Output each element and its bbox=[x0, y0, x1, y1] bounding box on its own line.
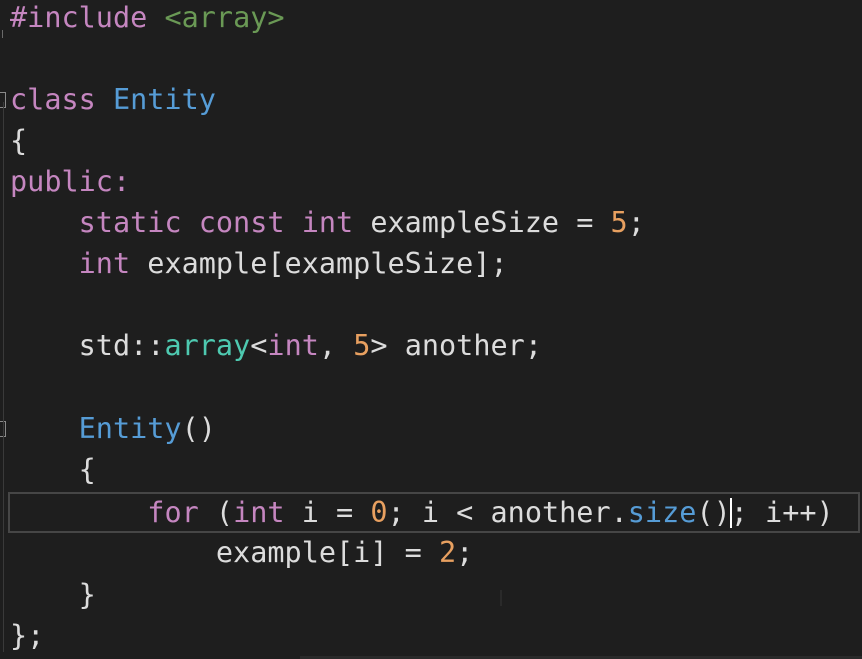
code-token: }; bbox=[10, 619, 45, 652]
code-token: int bbox=[10, 247, 148, 280]
code-token: #include bbox=[10, 1, 165, 34]
code-token: static const int bbox=[10, 206, 371, 239]
line-13: for (int i = 0; i < another.size(); i++) bbox=[10, 492, 834, 533]
code-token: { bbox=[10, 453, 96, 486]
code-token: array bbox=[164, 329, 251, 362]
code-token: exampleSize = bbox=[370, 206, 611, 239]
fold-guide bbox=[2, 30, 3, 38]
line-16: }; bbox=[10, 615, 44, 656]
line-1: #include <array> bbox=[10, 0, 285, 38]
code-token: ; i++) bbox=[730, 496, 834, 529]
line-15: } bbox=[10, 574, 96, 615]
code-token: 2 bbox=[438, 536, 457, 569]
line-6: static const int exampleSize = 5; bbox=[10, 202, 645, 243]
fold-guide bbox=[3, 102, 4, 652]
line-11: Entity() bbox=[10, 408, 216, 449]
line-5: public: bbox=[10, 161, 130, 202]
code-editor[interactable]: #include <array> class Entity { public: … bbox=[0, 0, 862, 659]
code-line[interactable]: int example[exampleSize]; bbox=[0, 243, 862, 284]
code-token: int bbox=[267, 329, 319, 362]
code-token: ; bbox=[627, 206, 645, 239]
mouse-ibeam-icon bbox=[500, 590, 502, 606]
code-line[interactable]: }; bbox=[0, 615, 862, 656]
code-line[interactable]: Entity() bbox=[0, 408, 862, 449]
code-token: } bbox=[10, 578, 96, 611]
code-token: public: bbox=[10, 165, 131, 198]
code-token: example[exampleSize]; bbox=[147, 247, 508, 280]
line-14: example[i] = 2; bbox=[10, 532, 473, 573]
code-line[interactable] bbox=[0, 38, 862, 79]
code-token: 5 bbox=[610, 206, 628, 239]
code-token: class bbox=[10, 83, 113, 116]
code-token: <array> bbox=[164, 1, 285, 34]
line-3: class Entity bbox=[10, 79, 216, 120]
code-line[interactable]: { bbox=[0, 449, 862, 490]
code-line[interactable]: example[i] = 2; bbox=[0, 532, 862, 573]
line-12: { bbox=[10, 449, 96, 490]
code-line[interactable]: public: bbox=[0, 161, 862, 202]
code-line[interactable] bbox=[0, 284, 862, 325]
code-token: 0 bbox=[370, 496, 388, 529]
code-token: () bbox=[696, 496, 731, 529]
code-token: > another; bbox=[370, 329, 542, 362]
line-9: std::array<int, 5> another; bbox=[10, 325, 542, 366]
code-token: < bbox=[250, 329, 268, 362]
code-token: Entity bbox=[78, 412, 182, 445]
code-token: , bbox=[318, 329, 354, 362]
code-token: 5 bbox=[353, 329, 371, 362]
code-token: () bbox=[181, 412, 216, 445]
code-line[interactable] bbox=[0, 366, 862, 407]
code-line[interactable]: class Entity bbox=[0, 79, 862, 120]
code-token: i = bbox=[284, 496, 371, 529]
code-token: for bbox=[147, 496, 199, 529]
code-token: { bbox=[10, 124, 28, 157]
code-line[interactable]: static const int exampleSize = 5; bbox=[0, 202, 862, 243]
code-token: ( bbox=[198, 496, 234, 529]
code-line[interactable]: } bbox=[0, 574, 862, 615]
code-line[interactable]: #include <array> bbox=[0, 0, 862, 38]
code-token: example[i] = bbox=[10, 536, 439, 569]
code-token: ; bbox=[456, 536, 474, 569]
code-line[interactable]: std::array<int, 5> another; bbox=[0, 325, 862, 366]
line-4: { bbox=[10, 120, 27, 161]
code-token: size bbox=[627, 496, 697, 529]
line-7: int example[exampleSize]; bbox=[10, 243, 508, 284]
code-line[interactable]: { bbox=[0, 120, 862, 161]
current-line-highlight[interactable]: for (int i = 0; i < another.size(); i++) bbox=[8, 492, 860, 533]
code-token: Entity bbox=[112, 83, 216, 116]
code-token: int bbox=[233, 496, 285, 529]
code-token: std:: bbox=[10, 329, 165, 362]
code-token: ; i < another. bbox=[387, 496, 628, 529]
